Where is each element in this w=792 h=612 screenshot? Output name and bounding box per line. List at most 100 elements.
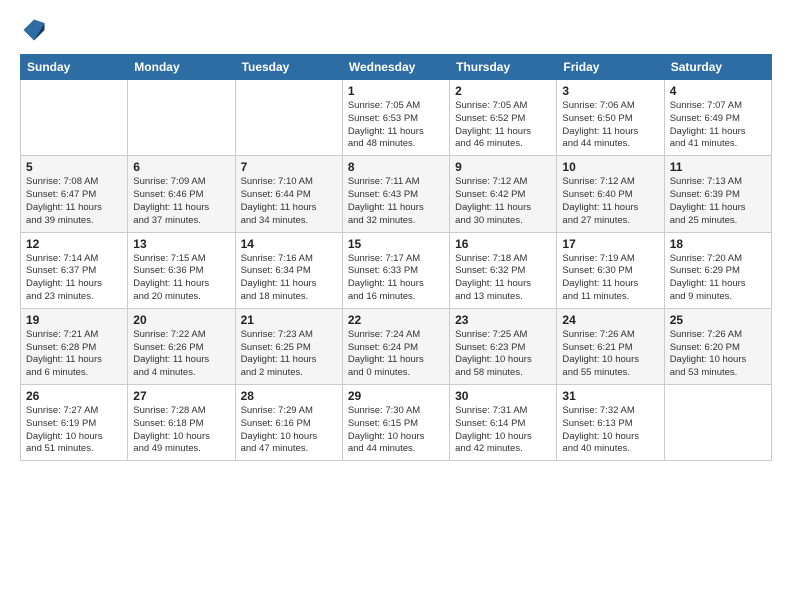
day-info: Sunrise: 7:07 AM Sunset: 6:49 PM Dayligh… — [670, 100, 766, 151]
day-info: Sunrise: 7:06 AM Sunset: 6:50 PM Dayligh… — [562, 100, 658, 151]
weekday-header-wednesday: Wednesday — [342, 55, 449, 80]
day-info: Sunrise: 7:12 AM Sunset: 6:42 PM Dayligh… — [455, 176, 551, 227]
day-info: Sunrise: 7:19 AM Sunset: 6:30 PM Dayligh… — [562, 253, 658, 304]
day-number: 25 — [670, 313, 766, 327]
week-row-4: 19 Sunrise: 7:21 AM Sunset: 6:28 PM Dayli… — [21, 308, 772, 384]
day-info: Sunrise: 7:11 AM Sunset: 6:43 PM Dayligh… — [348, 176, 444, 227]
calendar-cell: 25 Sunrise: 7:26 AM Sunset: 6:20 PM Dayli… — [664, 308, 771, 384]
calendar-cell: 2 Sunrise: 7:05 AM Sunset: 6:52 PM Daylig… — [450, 80, 557, 156]
calendar-cell: 4 Sunrise: 7:07 AM Sunset: 6:49 PM Daylig… — [664, 80, 771, 156]
day-info: Sunrise: 7:05 AM Sunset: 6:52 PM Dayligh… — [455, 100, 551, 151]
week-row-1: 1Sunrise: 7:05 AM Sunset: 6:53 PM Daylig… — [21, 80, 772, 156]
day-number: 26 — [26, 389, 122, 403]
calendar-cell: 14 Sunrise: 7:16 AM Sunset: 6:34 PM Dayli… — [235, 232, 342, 308]
day-info: Sunrise: 7:12 AM Sunset: 6:40 PM Dayligh… — [562, 176, 658, 227]
day-number: 16 — [455, 237, 551, 251]
week-row-2: 5Sunrise: 7:08 AM Sunset: 6:47 PM Daylig… — [21, 156, 772, 232]
day-number: 12 — [26, 237, 122, 251]
calendar-cell: 12 Sunrise: 7:14 AM Sunset: 6:37 PM Dayli… — [21, 232, 128, 308]
day-number: 24 — [562, 313, 658, 327]
day-info: Sunrise: 7:16 AM Sunset: 6:34 PM Dayligh… — [241, 253, 337, 304]
calendar-cell: 16 Sunrise: 7:18 AM Sunset: 6:32 PM Dayli… — [450, 232, 557, 308]
day-info: Sunrise: 7:22 AM Sunset: 6:26 PM Dayligh… — [133, 329, 229, 380]
calendar-cell: 24 Sunrise: 7:26 AM Sunset: 6:21 PM Dayli… — [557, 308, 664, 384]
day-info: Sunrise: 7:10 AM Sunset: 6:44 PM Dayligh… — [241, 176, 337, 227]
day-info: Sunrise: 7:17 AM Sunset: 6:33 PM Dayligh… — [348, 253, 444, 304]
day-number: 21 — [241, 313, 337, 327]
day-number: 8 — [348, 160, 444, 174]
calendar-cell: 13 Sunrise: 7:15 AM Sunset: 6:36 PM Dayli… — [128, 232, 235, 308]
day-number: 2 — [455, 84, 551, 98]
day-info: Sunrise: 7:27 AM Sunset: 6:19 PM Dayligh… — [26, 405, 122, 456]
day-info: Sunrise: 7:24 AM Sunset: 6:24 PM Dayligh… — [348, 329, 444, 380]
day-info: Sunrise: 7:26 AM Sunset: 6:21 PM Dayligh… — [562, 329, 658, 380]
calendar-cell: 6 Sunrise: 7:09 AM Sunset: 6:46 PM Daylig… — [128, 156, 235, 232]
calendar-cell — [664, 385, 771, 461]
day-info: Sunrise: 7:26 AM Sunset: 6:20 PM Dayligh… — [670, 329, 766, 380]
day-info: Sunrise: 7:32 AM Sunset: 6:13 PM Dayligh… — [562, 405, 658, 456]
calendar-cell — [128, 80, 235, 156]
day-number: 6 — [133, 160, 229, 174]
day-info: Sunrise: 7:18 AM Sunset: 6:32 PM Dayligh… — [455, 253, 551, 304]
day-number: 11 — [670, 160, 766, 174]
day-info: Sunrise: 7:30 AM Sunset: 6:15 PM Dayligh… — [348, 405, 444, 456]
calendar-cell: 18 Sunrise: 7:20 AM Sunset: 6:29 PM Dayli… — [664, 232, 771, 308]
calendar-cell: 20 Sunrise: 7:22 AM Sunset: 6:26 PM Dayli… — [128, 308, 235, 384]
week-row-3: 12 Sunrise: 7:14 AM Sunset: 6:37 PM Dayli… — [21, 232, 772, 308]
calendar-table: SundayMondayTuesdayWednesdayThursdayFrid… — [20, 54, 772, 461]
logo-icon — [20, 16, 48, 44]
day-info: Sunrise: 7:15 AM Sunset: 6:36 PM Dayligh… — [133, 253, 229, 304]
day-info: Sunrise: 7:13 AM Sunset: 6:39 PM Dayligh… — [670, 176, 766, 227]
day-number: 20 — [133, 313, 229, 327]
calendar-cell: 1Sunrise: 7:05 AM Sunset: 6:53 PM Daylig… — [342, 80, 449, 156]
weekday-header-row: SundayMondayTuesdayWednesdayThursdayFrid… — [21, 55, 772, 80]
day-number: 29 — [348, 389, 444, 403]
calendar-cell: 11 Sunrise: 7:13 AM Sunset: 6:39 PM Dayli… — [664, 156, 771, 232]
calendar-cell: 22 Sunrise: 7:24 AM Sunset: 6:24 PM Dayli… — [342, 308, 449, 384]
calendar-cell: 10Sunrise: 7:12 AM Sunset: 6:40 PM Dayli… — [557, 156, 664, 232]
calendar-cell: 21Sunrise: 7:23 AM Sunset: 6:25 PM Dayli… — [235, 308, 342, 384]
day-number: 7 — [241, 160, 337, 174]
calendar-cell: 8 Sunrise: 7:11 AM Sunset: 6:43 PM Daylig… — [342, 156, 449, 232]
day-number: 1 — [348, 84, 444, 98]
calendar-cell: 9Sunrise: 7:12 AM Sunset: 6:42 PM Daylig… — [450, 156, 557, 232]
day-number: 27 — [133, 389, 229, 403]
day-number: 28 — [241, 389, 337, 403]
day-info: Sunrise: 7:25 AM Sunset: 6:23 PM Dayligh… — [455, 329, 551, 380]
day-number: 19 — [26, 313, 122, 327]
logo — [20, 16, 52, 44]
weekday-header-sunday: Sunday — [21, 55, 128, 80]
day-info: Sunrise: 7:08 AM Sunset: 6:47 PM Dayligh… — [26, 176, 122, 227]
calendar-cell: 5Sunrise: 7:08 AM Sunset: 6:47 PM Daylig… — [21, 156, 128, 232]
day-info: Sunrise: 7:20 AM Sunset: 6:29 PM Dayligh… — [670, 253, 766, 304]
calendar-cell: 7 Sunrise: 7:10 AM Sunset: 6:44 PM Daylig… — [235, 156, 342, 232]
day-info: Sunrise: 7:21 AM Sunset: 6:28 PM Dayligh… — [26, 329, 122, 380]
calendar-cell: 29 Sunrise: 7:30 AM Sunset: 6:15 PM Dayli… — [342, 385, 449, 461]
day-number: 4 — [670, 84, 766, 98]
day-number: 13 — [133, 237, 229, 251]
calendar-cell: 26 Sunrise: 7:27 AM Sunset: 6:19 PM Dayli… — [21, 385, 128, 461]
day-number: 23 — [455, 313, 551, 327]
calendar-cell: 15 Sunrise: 7:17 AM Sunset: 6:33 PM Dayli… — [342, 232, 449, 308]
day-info: Sunrise: 7:14 AM Sunset: 6:37 PM Dayligh… — [26, 253, 122, 304]
calendar-cell: 19 Sunrise: 7:21 AM Sunset: 6:28 PM Dayli… — [21, 308, 128, 384]
weekday-header-saturday: Saturday — [664, 55, 771, 80]
calendar-cell — [235, 80, 342, 156]
day-number: 15 — [348, 237, 444, 251]
day-number: 22 — [348, 313, 444, 327]
day-number: 18 — [670, 237, 766, 251]
day-number: 14 — [241, 237, 337, 251]
header — [20, 16, 772, 44]
day-info: Sunrise: 7:31 AM Sunset: 6:14 PM Dayligh… — [455, 405, 551, 456]
day-info: Sunrise: 7:09 AM Sunset: 6:46 PM Dayligh… — [133, 176, 229, 227]
calendar-cell: 28Sunrise: 7:29 AM Sunset: 6:16 PM Dayli… — [235, 385, 342, 461]
calendar-cell: 3Sunrise: 7:06 AM Sunset: 6:50 PM Daylig… — [557, 80, 664, 156]
weekday-header-monday: Monday — [128, 55, 235, 80]
day-info: Sunrise: 7:28 AM Sunset: 6:18 PM Dayligh… — [133, 405, 229, 456]
calendar-cell — [21, 80, 128, 156]
calendar-cell: 23 Sunrise: 7:25 AM Sunset: 6:23 PM Dayli… — [450, 308, 557, 384]
day-number: 17 — [562, 237, 658, 251]
day-number: 30 — [455, 389, 551, 403]
calendar-cell: 30 Sunrise: 7:31 AM Sunset: 6:14 PM Dayli… — [450, 385, 557, 461]
weekday-header-tuesday: Tuesday — [235, 55, 342, 80]
